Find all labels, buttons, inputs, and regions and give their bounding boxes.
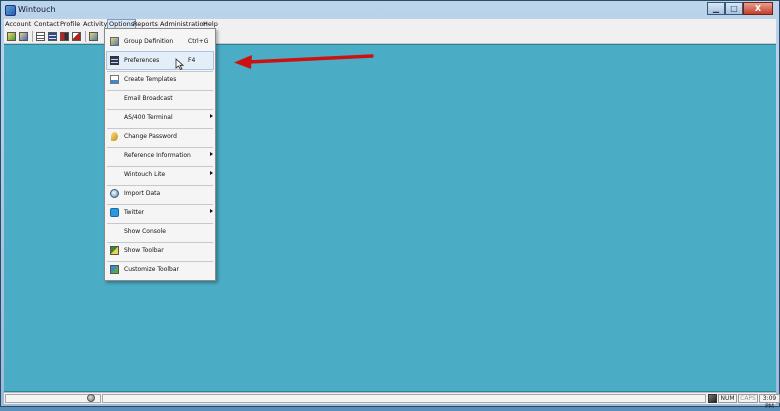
status-bar: NUM CAPS 3:09 PM: [4, 392, 780, 410]
contacts-toolbar-icon[interactable]: [7, 32, 16, 41]
menu-item-label: Show Console: [124, 228, 166, 235]
menu-item-wintouch-lite[interactable]: Wintouch Lite: [106, 165, 214, 184]
checklist-toolbar-icon[interactable]: [72, 32, 81, 41]
toolbar-separator: [85, 31, 86, 42]
group-icon: [110, 37, 119, 46]
submenu-arrow-icon: [210, 152, 213, 156]
maximize-button[interactable]: □: [725, 2, 743, 15]
group-toolbar-icon[interactable]: [89, 32, 98, 41]
menu-item-label: AS/400 Terminal: [124, 114, 173, 121]
minimize-button[interactable]: ▁: [707, 2, 725, 15]
menu-item-customize-toolbar[interactable]: Customize Toolbar: [106, 260, 214, 279]
customize-icon: [110, 265, 119, 274]
submenu-arrow-icon: [210, 114, 213, 118]
annotation-arrow-icon: [234, 54, 374, 69]
import-icon: [110, 189, 119, 198]
caps-lock-indicator: CAPS: [738, 394, 758, 403]
menu-item-label: Import Data: [124, 190, 161, 197]
grid-toolbar-icon[interactable]: [48, 32, 57, 41]
submenu-arrow-icon: [210, 209, 213, 213]
menu-item-show-console[interactable]: Show Console: [106, 222, 214, 241]
menu-item-email-broadcast[interactable]: Email Broadcast: [106, 89, 214, 108]
app-logo-icon: [5, 5, 16, 16]
menu-item-as400-terminal[interactable]: AS/400 Terminal: [106, 108, 214, 127]
list-toolbar-icon[interactable]: [36, 32, 45, 41]
clock-time: 3:09 PM: [759, 394, 780, 410]
menu-item-preferences[interactable]: Preferences F4: [106, 51, 214, 70]
menu-item-label: Email Broadcast: [124, 95, 173, 102]
status-pane-message: [102, 394, 706, 403]
menu-item-twitter[interactable]: Twitter: [106, 203, 214, 222]
mouse-pointer-icon: [175, 58, 184, 70]
menu-item-label: Group Definition: [124, 38, 174, 45]
menu-item-label: Change Password: [124, 133, 177, 140]
menu-item-label: Customize Toolbar: [124, 266, 180, 273]
menu-item-label: Create Templates: [124, 76, 177, 83]
shortcut-label: F4: [188, 57, 196, 64]
title-bar[interactable]: Wintouch ▁ □ X: [1, 1, 779, 19]
close-button[interactable]: X: [743, 2, 773, 15]
menu-item-import-data[interactable]: Import Data: [106, 184, 214, 203]
menu-profile[interactable]: Profile: [60, 19, 80, 29]
twitter-icon: [110, 208, 119, 217]
window-title: Wintouch: [18, 5, 56, 14]
templates-icon: [110, 75, 119, 84]
shortcut-label: Ctrl+G: [188, 38, 209, 45]
menu-item-label: Twitter: [124, 209, 145, 216]
menu-item-label: Reference Information: [124, 152, 191, 159]
menu-item-reference-information[interactable]: Reference Information: [106, 146, 214, 165]
menu-item-create-templates[interactable]: Create Templates: [106, 70, 214, 89]
calendar-toolbar-icon[interactable]: [60, 32, 69, 41]
menu-item-label: Wintouch Lite: [124, 171, 166, 178]
options-dropdown-menu: Group Definition Ctrl+G Preferences F4 C…: [104, 28, 216, 281]
menu-item-change-password[interactable]: Change Password: [106, 127, 214, 146]
menu-item-label: Show Toolbar: [124, 247, 164, 254]
preferences-icon: [110, 56, 119, 65]
menu-contact[interactable]: Contact: [34, 19, 59, 29]
status-indicator-icon: [87, 394, 95, 402]
window-controls: ▁ □ X: [707, 2, 773, 15]
menu-item-label: Preferences: [124, 57, 160, 64]
toolbar-separator: [32, 31, 33, 42]
num-lock-indicator: NUM: [718, 394, 737, 403]
key-icon: [111, 132, 118, 141]
toolbar-icon: [110, 246, 119, 255]
menu-item-group-definition[interactable]: Group Definition Ctrl+G: [106, 32, 214, 51]
menu-item-show-toolbar[interactable]: Show Toolbar: [106, 241, 214, 260]
status-app-icon: [708, 394, 717, 403]
menu-account[interactable]: Account: [5, 19, 31, 29]
users-toolbar-icon[interactable]: [19, 32, 28, 41]
submenu-arrow-icon: [210, 171, 213, 175]
